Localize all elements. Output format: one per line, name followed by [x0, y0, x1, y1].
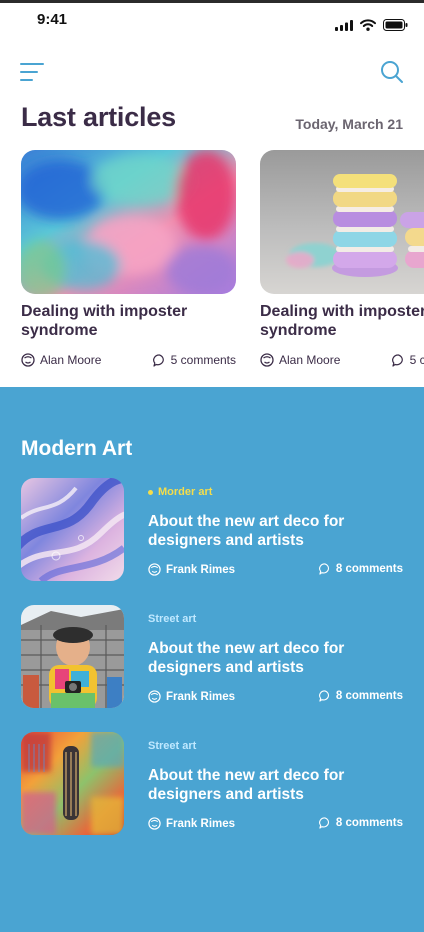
article-card[interactable]: Dealing with imposter syndrome Alan Moor…	[21, 150, 236, 382]
status-icons	[335, 19, 408, 31]
comments-count: 8 comments	[335, 817, 403, 829]
avatar-icon	[148, 690, 161, 703]
author-name[interactable]: Alan Moore	[40, 353, 101, 367]
art-heading[interactable]: About the new art deco for designers and…	[148, 766, 403, 804]
avatar-icon	[148, 817, 161, 830]
article-meta: Alan Moore 5 comments	[260, 353, 424, 371]
comments-count: 5 comments	[170, 353, 236, 367]
colorful-painting-image	[21, 732, 124, 835]
comments-count: 8 comments	[335, 563, 403, 575]
street-mural-image	[21, 605, 124, 708]
article-comments[interactable]: 5 comments	[152, 353, 236, 367]
tag-label: Morder art	[158, 486, 213, 498]
tag-label: Street art	[148, 740, 197, 752]
comment-icon	[318, 817, 331, 829]
articles-carousel[interactable]: Dealing with imposter syndrome Alan Moor…	[0, 150, 424, 382]
article-title[interactable]: Dealing with imposter syndrome	[260, 302, 424, 340]
art-comments[interactable]: 8 comments	[318, 563, 403, 575]
author-name[interactable]: Alan Moore	[279, 353, 340, 367]
article-comments[interactable]: 5 comments	[391, 353, 424, 367]
comments-count: 8 comments	[335, 690, 403, 702]
modern-art-section: Modern Art Morder art About the new art …	[0, 387, 424, 932]
article-card[interactable]: Dealing with imposter syndrome Alan Moor…	[260, 150, 424, 382]
article-title[interactable]: Dealing with imposter syndrome	[21, 302, 236, 340]
nav-bar	[0, 56, 424, 90]
art-tag[interactable]: Street art	[148, 613, 196, 625]
abstract-paint-image	[21, 150, 236, 294]
status-time: 9:41	[37, 11, 68, 28]
comment-icon	[152, 353, 166, 367]
author-name[interactable]: Frank Rimes	[166, 818, 235, 830]
author-name[interactable]: Frank Rimes	[166, 564, 235, 576]
art-author: Frank Rimes	[148, 817, 235, 830]
comment-icon	[391, 353, 405, 367]
avatar-icon	[148, 563, 161, 576]
battery-icon	[383, 19, 408, 31]
menu-button[interactable]	[20, 62, 44, 84]
art-comments[interactable]: 8 comments	[318, 690, 403, 702]
art-list-item[interactable]: Street art About the new art deco for de…	[21, 605, 403, 709]
fluid-art-image	[21, 478, 124, 581]
art-list-item[interactable]: Morder art About the new art deco for de…	[21, 478, 403, 582]
menu-icon	[20, 62, 44, 82]
art-meta: Frank Rimes 8 comments	[148, 690, 403, 706]
author-name[interactable]: Frank Rimes	[166, 691, 235, 703]
art-meta: Frank Rimes 8 comments	[148, 563, 403, 579]
art-list-item[interactable]: Street art About the new art deco for de…	[21, 732, 403, 836]
dot-icon	[148, 489, 153, 495]
comment-icon	[318, 690, 331, 702]
tag-label: Street art	[148, 613, 197, 625]
art-comments[interactable]: 8 comments	[318, 817, 403, 829]
art-author: Frank Rimes	[148, 690, 235, 703]
art-tag[interactable]: Morder art	[148, 486, 212, 498]
wifi-icon	[360, 19, 376, 31]
section-title: Last articles	[21, 102, 176, 132]
section-date: Today, March 21	[295, 116, 403, 132]
signal-icon	[335, 20, 353, 31]
search-button[interactable]	[380, 60, 404, 84]
avatar-icon	[260, 353, 274, 367]
art-author: Frank Rimes	[148, 563, 235, 576]
last-articles-header: Last articles Today, March 21	[21, 102, 403, 136]
article-author: Alan Moore	[21, 353, 101, 367]
search-icon	[380, 60, 404, 84]
art-heading[interactable]: About the new art deco for designers and…	[148, 639, 403, 677]
comments-count: 5 comments	[409, 353, 424, 367]
modern-art-title: Modern Art	[21, 437, 133, 460]
art-meta: Frank Rimes 8 comments	[148, 817, 403, 833]
art-heading[interactable]: About the new art deco for designers and…	[148, 512, 403, 550]
article-author: Alan Moore	[260, 353, 340, 367]
macarons-image	[260, 150, 424, 294]
avatar-icon	[21, 353, 35, 367]
status-bar: 9:41	[0, 0, 424, 44]
art-tag[interactable]: Street art	[148, 740, 196, 752]
article-meta: Alan Moore 5 comments	[21, 353, 236, 371]
comment-icon	[318, 563, 331, 575]
top-border	[0, 0, 424, 3]
